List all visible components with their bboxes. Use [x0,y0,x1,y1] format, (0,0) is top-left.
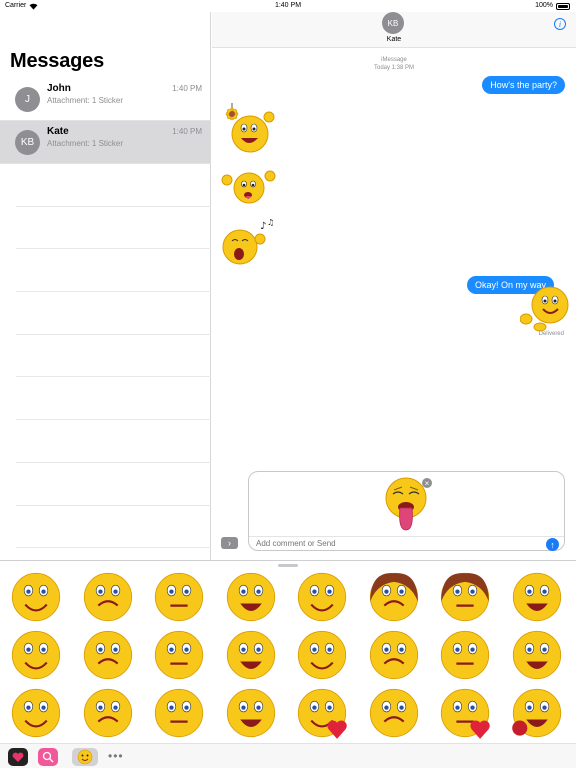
message-timestamp: iMessage Today 1:38 PM [212,56,576,72]
chat-pane: KB Kate i iMessage Today 1:38 PM How's t… [212,12,576,560]
contact-avatar[interactable]: KB [382,12,404,34]
sticker-binoculars-emoji[interactable] [223,569,295,629]
flirt-emoji-icon [369,688,418,738]
sticker-wink-tongue-emoji[interactable] [80,627,152,687]
queen-emoji-icon [440,572,490,622]
blushing-emoji-icon [11,688,61,738]
sticker-rose-emoji[interactable] [509,685,576,745]
sticker-covering-face-emoji[interactable] [294,627,366,687]
conversation-sidebar: Messages J John Attachment: 1 Sticker 1:… [0,12,211,560]
avatar: KB [15,130,40,155]
app-drawer-bar: ••• [0,743,576,768]
praying-emoji-icon [297,572,347,622]
emoji-sticker-app-icon[interactable] [72,748,98,766]
svg-text:♫: ♫ [267,218,274,227]
balloon-emoji-icon [440,688,490,739]
sunflower-emoji-sticker[interactable] [220,100,278,162]
sticker-balloon-emoji[interactable] [437,685,509,745]
sticker-blushing-emoji[interactable] [8,685,80,745]
kiss-cheek-emoji-icon [154,630,204,680]
sticker-flirt-emoji[interactable] [366,685,438,745]
ipad-screen: Carrier 1:40 PM 100% Messages J John Att… [0,0,576,768]
conversation-time: 1:40 PM [172,84,202,93]
confused-emoji-icon [83,688,132,738]
timestamp-label: Today 1:38 PM [373,65,415,71]
expand-toolbar-button[interactable]: › [221,537,238,549]
laughing-emoji-icon [11,630,61,680]
pirate-emoji-icon [154,688,204,738]
sticker-bandaged-emoji[interactable] [151,569,223,629]
conversation-name: John [47,83,71,94]
coffee-emoji-icon [226,688,275,738]
message-composer: × ↑ [248,471,565,551]
sticker-heart-emoji[interactable] [294,685,366,745]
bandaged-emoji-icon [154,572,204,622]
sidebar-title: Messages [10,50,105,72]
shocked-emoji-icon [83,572,132,622]
sticker-shocked-emoji[interactable] [80,569,152,629]
heart-emoji-icon [297,688,347,739]
binoculars-emoji-icon [226,572,275,622]
conversation-name: Kate [47,126,69,137]
grinning-emoji-icon [512,572,561,622]
conversation-row-kate[interactable]: KB Kate Attachment: 1 Sticker 1:40 PM [0,121,211,164]
sticker-detective-emoji[interactable] [8,569,80,629]
avatar: J [15,87,40,112]
more-apps-icon[interactable]: ••• [108,749,124,763]
delivered-label: Delivered [538,331,564,337]
contact-name[interactable]: Kate [212,36,576,43]
sticker-waving-emoji[interactable] [223,627,295,687]
comment-input[interactable] [256,539,536,548]
sticker-confused-emoji[interactable] [80,685,152,745]
covering-face-emoji-icon [297,630,347,680]
rose-emoji-icon [511,688,561,738]
chat-header: KB Kate i [212,12,576,48]
sticker-coffee-emoji[interactable] [223,685,295,745]
conversation-row-john[interactable]: J John Attachment: 1 Sticker 1:40 PM [0,78,211,121]
drawer-grabber[interactable] [278,564,298,567]
sticker-kiss-cheek-emoji[interactable] [151,627,223,687]
remove-sticker-icon[interactable]: × [422,478,432,488]
sticker-grid [0,569,576,741]
nurse-emoji-icon [369,572,418,622]
sticker-drawer: ••• [0,560,576,768]
sticker-laughing-emoji[interactable] [8,627,80,687]
shrug-emoji-sticker[interactable] [220,164,278,208]
outgoing-message-bubble[interactable]: How's the party? [482,76,565,94]
svg-text:♪: ♪ [260,221,266,232]
battery-percent: 100% [535,2,553,9]
sticker-nurse-emoji[interactable] [366,569,438,629]
conversation-time: 1:40 PM [172,127,202,136]
sticker-hugging-emoji[interactable] [366,627,438,687]
sticker-queen-emoji[interactable] [437,569,509,629]
info-icon[interactable]: i [554,18,566,30]
send-button[interactable]: ↑ [546,538,559,551]
battery-icon [556,2,570,10]
singing-emoji-sticker[interactable]: ♪ ♫ [220,215,278,273]
content-emoji-icon [440,630,490,680]
conversation-preview: Attachment: 1 Sticker [47,96,124,105]
status-bar: Carrier 1:40 PM 100% [0,0,576,12]
sticker-content-emoji[interactable] [437,627,509,687]
sticker-drooling-emoji[interactable] [509,627,576,687]
sticker-grinning-emoji[interactable] [509,569,576,629]
composer-divider [249,536,564,537]
running-emoji-sticker[interactable] [520,279,576,333]
conversation-preview: Attachment: 1 Sticker [47,139,124,148]
drooling-emoji-icon [512,630,561,680]
battery-indicator: 100% [535,0,570,12]
detective-emoji-icon [11,572,61,622]
status-time: 1:40 PM [274,2,302,9]
sticker-praying-emoji[interactable] [294,569,366,629]
heart-app-icon[interactable] [8,748,28,766]
hugging-emoji-icon [369,630,418,680]
empty-list-lines [16,164,211,549]
waving-emoji-icon [226,630,275,680]
wink-tongue-emoji-icon [83,630,132,680]
search-stickers-icon[interactable] [38,748,58,766]
service-label: iMessage [381,57,407,63]
sticker-pirate-emoji[interactable] [151,685,223,745]
conversation-list: J John Attachment: 1 Sticker 1:40 PM KB … [0,78,211,164]
